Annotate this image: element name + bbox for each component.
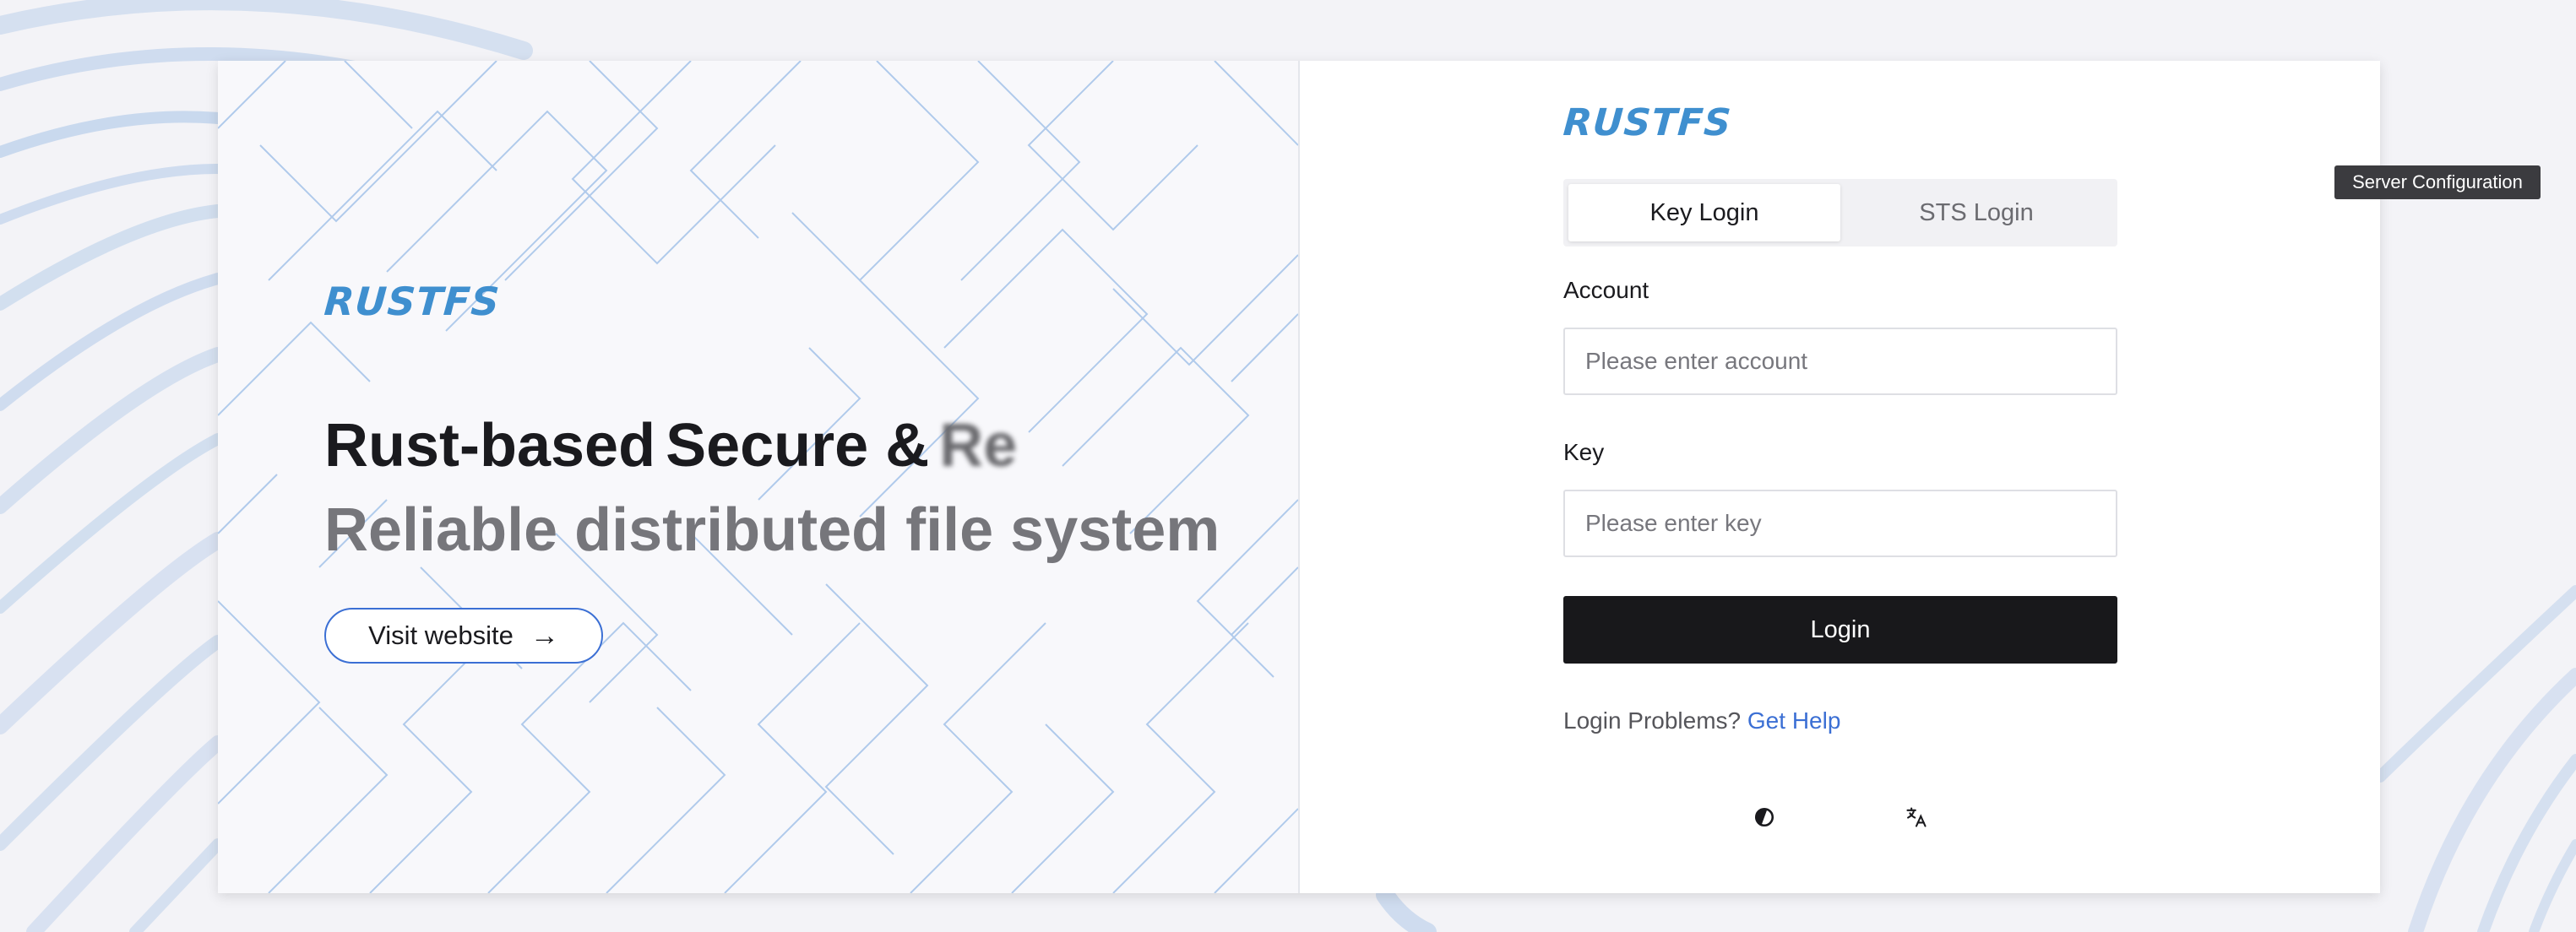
arrow-right-icon: → — [530, 620, 559, 652]
account-label: Account — [1563, 277, 1649, 303]
hero-panel: RUSTFS Rust-based Secure & Re Reliable dis… — [218, 61, 1300, 893]
brand-logo-small: RUSTFS — [1562, 101, 1733, 144]
help-text: Login Problems? — [1563, 707, 1742, 734]
get-help-link[interactable]: Get Help — [1747, 707, 1841, 734]
theme-toggle-icon — [1754, 807, 1774, 827]
visit-website-button[interactable]: Visit website → — [324, 608, 603, 664]
hero-headline: Rust-based Secure & Re — [324, 415, 1017, 476]
brand-logo: RUSTFS — [323, 279, 502, 324]
headline-word-2: Secure & — [666, 412, 930, 480]
visit-website-label: Visit website — [368, 620, 514, 650]
translate-icon — [1906, 807, 1927, 827]
tab-sts-login[interactable]: STS Login — [1840, 184, 2112, 241]
language-button[interactable] — [1899, 800, 1933, 834]
headline-word-1: Rust-based — [324, 412, 656, 480]
headline-fading-text: Re — [939, 412, 1018, 480]
hero-subheadline: Reliable distributed file system — [324, 496, 1220, 564]
key-input[interactable] — [1563, 490, 2117, 557]
login-panel: RUSTFS Key Login STS Login Account Key L… — [1300, 61, 2380, 893]
account-input[interactable] — [1563, 328, 2117, 395]
theme-toggle-button[interactable] — [1747, 800, 1781, 834]
login-card: RUSTFS Rust-based Secure & Re Reliable dis… — [218, 61, 2380, 893]
login-mode-tabs: Key Login STS Login — [1563, 179, 2117, 247]
tab-key-login[interactable]: Key Login — [1568, 184, 1840, 241]
login-help: Login Problems? Get Help — [1563, 707, 1840, 734]
key-label: Key — [1563, 439, 1605, 465]
server-configuration-tooltip: Server Configuration — [2334, 165, 2541, 199]
login-button[interactable]: Login — [1563, 596, 2117, 664]
